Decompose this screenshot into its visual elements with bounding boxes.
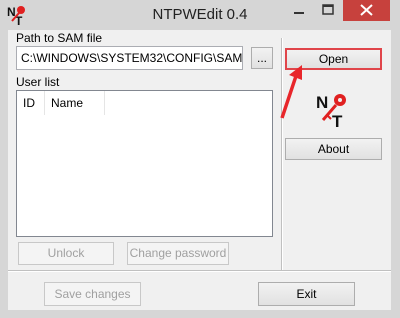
- ntpwedit-window: N T NTPWEdit 0.4 Path to SAM file C:\WIN…: [0, 0, 400, 318]
- dialog-client-area: Path to SAM file C:\WINDOWS\SYSTEM32\CON…: [8, 30, 391, 310]
- user-list-label: User list: [16, 75, 60, 89]
- ntpwedit-logo-icon: N T: [316, 93, 346, 128]
- minimize-icon: [294, 12, 304, 14]
- maximize-button[interactable]: [314, 0, 343, 21]
- sam-path-input[interactable]: C:\WINDOWS\SYSTEM32\CONFIG\SAM: [16, 46, 243, 70]
- about-button[interactable]: About: [285, 138, 382, 160]
- column-header-id[interactable]: ID: [17, 91, 45, 115]
- minimize-button[interactable]: [285, 0, 314, 21]
- sam-path-label: Path to SAM file: [16, 31, 103, 45]
- horizontal-separator: [8, 270, 391, 272]
- save-changes-button[interactable]: Save changes: [44, 282, 141, 306]
- exit-button[interactable]: Exit: [258, 282, 355, 306]
- close-button[interactable]: [343, 0, 390, 21]
- browse-button[interactable]: ...: [251, 47, 273, 69]
- title-bar: N T NTPWEdit 0.4: [0, 0, 400, 30]
- logo-t: T: [332, 112, 343, 128]
- change-password-button[interactable]: Change password: [127, 242, 229, 265]
- annotation-arrow: [280, 65, 302, 119]
- close-icon: [360, 4, 373, 16]
- column-header-name[interactable]: Name: [45, 91, 105, 115]
- user-list[interactable]: ID Name: [16, 90, 273, 237]
- logo-n: N: [316, 93, 328, 112]
- maximize-icon: [322, 4, 334, 15]
- unlock-button[interactable]: Unlock: [18, 242, 114, 265]
